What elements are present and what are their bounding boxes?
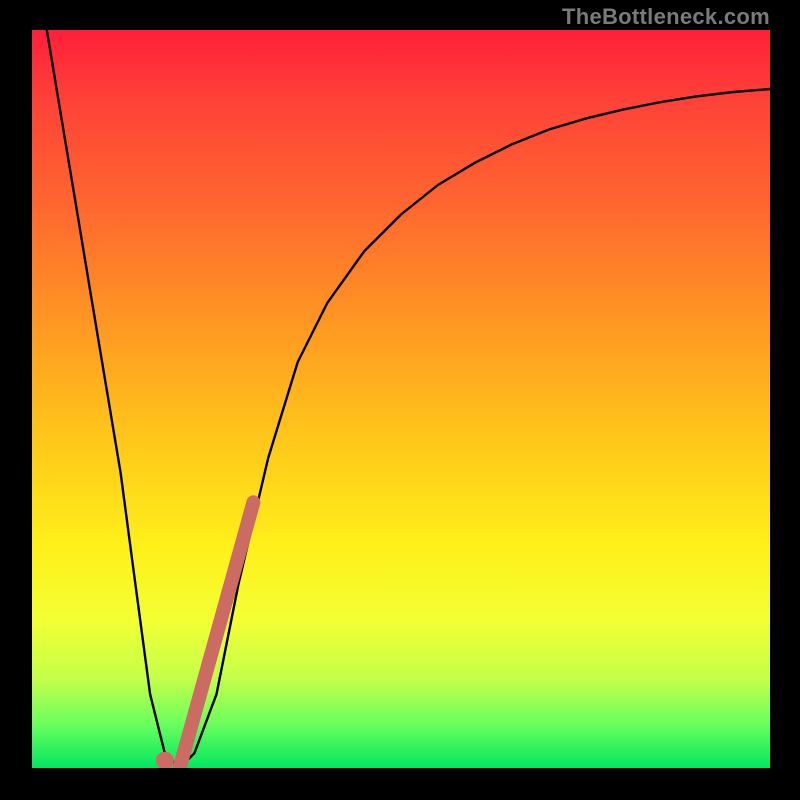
bottleneck-curve xyxy=(47,30,770,768)
minimum-point-marker xyxy=(156,752,174,768)
highlighted-range-marker xyxy=(180,502,254,768)
plot-area xyxy=(32,30,770,768)
attribution-text: TheBottleneck.com xyxy=(562,4,770,30)
chart-frame: TheBottleneck.com xyxy=(0,0,800,800)
chart-svg xyxy=(32,30,770,768)
